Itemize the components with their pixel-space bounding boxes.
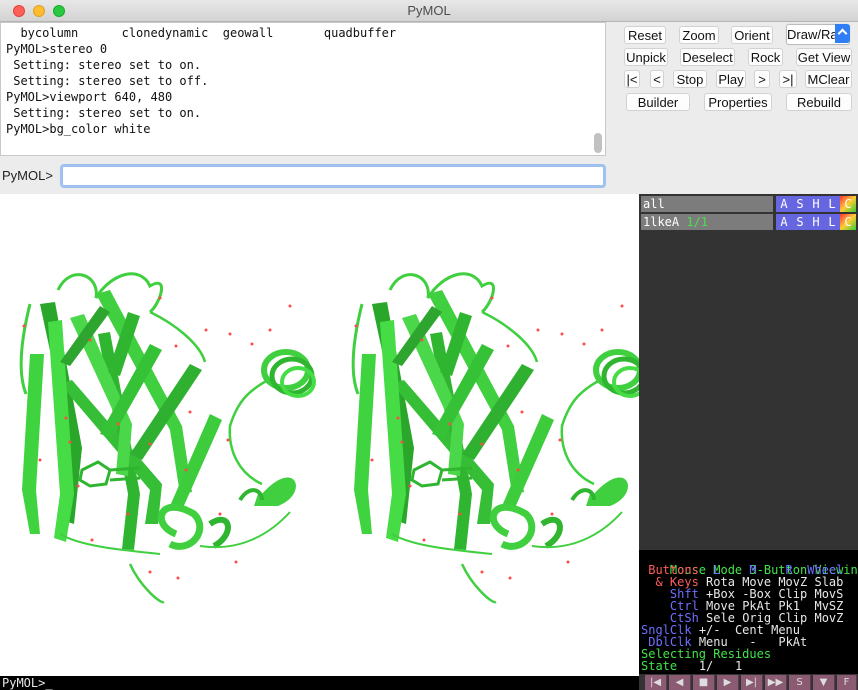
movie-menu-icon[interactable]: ▼ [813, 675, 835, 690]
window-title: PyMOL [407, 3, 451, 18]
object-row-all[interactable]: all A S H L C [641, 196, 856, 212]
reset-button[interactable]: Reset [624, 26, 666, 44]
object-panel: all A S H L C 1lkeA 1/1 A S H L C [639, 194, 858, 550]
console-output[interactable]: bycolumn clonedynamic geowall quadbuffer… [0, 22, 606, 156]
state-value: 1/ [698, 659, 714, 673]
color-button[interactable]: C [840, 214, 856, 230]
rewind-button[interactable]: |< [624, 70, 640, 88]
object-states: 1/1 [686, 215, 709, 229]
object-name[interactable]: all [641, 196, 773, 212]
command-input[interactable] [60, 164, 606, 188]
movie-rewind-icon[interactable]: |◀ [645, 675, 667, 690]
action-button[interactable]: A [776, 196, 792, 212]
console-line: Setting: stereo set to off. [6, 74, 209, 88]
console-line: bycolumn clonedynamic geowall quadbuffer [6, 26, 397, 40]
state-total: 1 [734, 659, 743, 673]
rock-button[interactable]: Rock [748, 48, 783, 66]
builder-button[interactable]: Builder [626, 93, 690, 111]
molecule-viewport[interactable] [0, 194, 639, 676]
state-label: State [641, 659, 678, 673]
movie-play-icon[interactable]: ▶ [717, 675, 739, 690]
forward-button[interactable]: > [754, 70, 770, 88]
get-view-button[interactable]: Get View [796, 48, 852, 66]
unpick-button[interactable]: Unpick [624, 48, 668, 66]
command-prompt-label: PyMOL> [2, 168, 53, 183]
color-button[interactable]: C [840, 196, 856, 212]
movie-scene-button[interactable]: S [789, 675, 811, 690]
title-bar: PyMOL [0, 0, 858, 22]
draw-ray-button[interactable]: Draw/Ray [786, 24, 850, 45]
console-line: Setting: stereo set to on. [6, 58, 202, 72]
mode-row-value: MovZ [814, 611, 844, 625]
end-button[interactable]: >| [779, 70, 797, 88]
zoom-button[interactable]: Zoom [679, 26, 719, 44]
console-line: Setting: stereo set to on. [6, 106, 202, 120]
label-button[interactable]: L [824, 214, 840, 230]
mclear-button[interactable]: MClear [805, 70, 852, 88]
hide-button[interactable]: H [808, 196, 824, 212]
viewer-command-line[interactable]: PyMOL>_ [0, 676, 639, 690]
console-line: PyMOL>bg_color white [6, 122, 151, 136]
show-button[interactable]: S [792, 214, 808, 230]
object-name[interactable]: 1lkeA 1/1 [641, 214, 773, 230]
chevron-up-icon [835, 24, 850, 43]
fullscreen-button[interactable]: F [837, 675, 857, 690]
object-row-1lkea[interactable]: 1lkeA 1/1 A S H L C [641, 214, 856, 230]
hide-button[interactable]: H [808, 214, 824, 230]
action-button[interactable]: A [776, 214, 792, 230]
console-line: PyMOL>viewport 640, 480 [6, 90, 173, 104]
deselect-button[interactable]: Deselect [680, 48, 735, 66]
orient-button[interactable]: Orient [731, 26, 773, 44]
back-button[interactable]: < [650, 70, 664, 88]
mouse-mode-panel[interactable]: Mouse Mode 3-Button Viewing Buttons L M … [639, 550, 858, 674]
console-line: PyMOL>stereo 0 [6, 42, 108, 56]
label-button[interactable]: L [824, 196, 840, 212]
movie-forward-icon[interactable]: ▶| [741, 675, 763, 690]
show-button[interactable]: S [792, 196, 808, 212]
console-scrollbar[interactable] [594, 133, 602, 153]
molecule-render [0, 194, 639, 676]
movie-stop-icon[interactable]: ■ [693, 675, 715, 690]
movie-end-icon[interactable]: ▶▶ [765, 675, 787, 690]
movie-control-bar: |◀ ◀ ■ ▶ ▶| ▶▶ S ▼ F [639, 674, 858, 690]
stop-button[interactable]: Stop [673, 70, 707, 88]
mode-row-value: PkAt [778, 635, 808, 649]
rebuild-button[interactable]: Rebuild [786, 93, 852, 111]
properties-button[interactable]: Properties [704, 93, 772, 111]
movie-back-icon[interactable]: ◀ [669, 675, 691, 690]
play-button[interactable]: Play [716, 70, 746, 88]
